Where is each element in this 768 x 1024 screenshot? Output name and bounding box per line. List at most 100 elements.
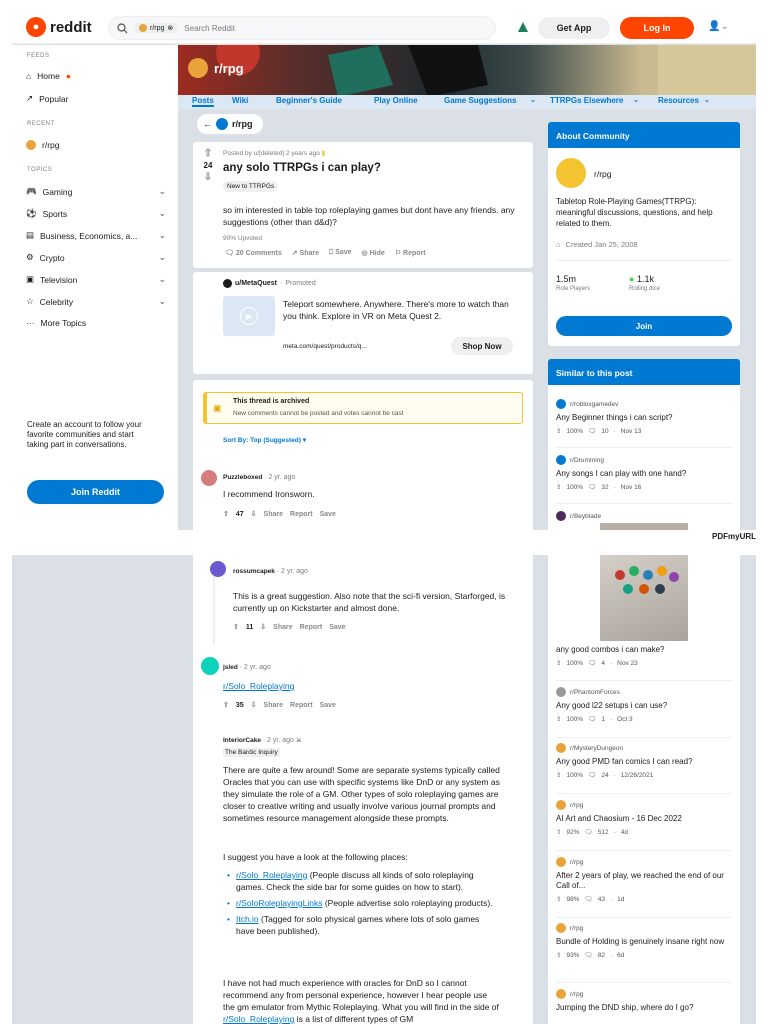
- post-flair[interactable]: New to TTRPGs: [223, 181, 279, 192]
- sidebar-item-television[interactable]: ▣ Television ⌄: [26, 274, 166, 285]
- join-community-button[interactable]: Join: [556, 316, 732, 336]
- login-button[interactable]: Log In: [620, 17, 694, 39]
- report-button[interactable]: ⚐ Report: [395, 249, 426, 257]
- sort-dropdown[interactable]: Sort By: Top (Suggested) ▾: [223, 436, 306, 444]
- similar-post-item[interactable]: any good combos i can make? ⇧ 100% 🗨 4 · Nov …: [556, 645, 732, 667]
- similar-post-item[interactable]: r/rpg Jumping the DND ship, where do I g…: [556, 989, 732, 1013]
- chevron-down-icon: ⌄: [158, 274, 166, 284]
- sidebar-item-more-topics[interactable]: ··· More Topics: [26, 318, 166, 328]
- sidebar-item-sports[interactable]: ⚽ Sports ⌄: [26, 208, 166, 219]
- advertise-icon[interactable]: [516, 20, 530, 34]
- post-actions: 🗨 20 Comments ↗ Share ⎕ Save ◎ Hide ⚐ Re…: [225, 249, 426, 257]
- reddit-logo[interactable]: ● reddit: [26, 17, 92, 37]
- upvote-icon[interactable]: ⇧: [233, 623, 239, 631]
- report-button[interactable]: Report: [290, 702, 313, 709]
- tab-ttrpgs-elsewhere[interactable]: TTRPGs Elsewhere: [550, 96, 623, 105]
- comment-meta: InteriorCake · 2 yr. ago ⚔: [223, 737, 302, 744]
- comment-icon: 🗨: [588, 484, 597, 491]
- avatar[interactable]: [201, 470, 217, 486]
- subreddit-header[interactable]: r/rpg: [188, 58, 244, 78]
- tab-posts[interactable]: Posts: [192, 96, 214, 107]
- upvote-icon[interactable]: ⇧: [199, 148, 217, 159]
- close-icon[interactable]: ⊗: [167, 24, 173, 32]
- upvote-icon[interactable]: ⇧: [223, 510, 229, 518]
- join-reddit-button[interactable]: Join Reddit: [27, 480, 164, 504]
- report-button[interactable]: Report: [300, 624, 323, 631]
- comment-meta: jsled · 2 yr. ago: [223, 664, 271, 671]
- tab-play-online[interactable]: Play Online: [374, 96, 418, 105]
- get-app-button[interactable]: Get App: [538, 17, 610, 39]
- promo-meta: u/MetaQuest · Promoted: [223, 279, 316, 288]
- community-name[interactable]: r/rpg: [594, 169, 611, 179]
- downvote-icon[interactable]: ⇩: [260, 623, 266, 631]
- search-chip[interactable]: r/rpg ⊗: [134, 23, 179, 33]
- subreddit-link[interactable]: r/Solo_Roleplaying: [223, 681, 294, 691]
- post-body: so im interested in table top roleplayin…: [223, 205, 515, 227]
- report-button[interactable]: Report: [290, 511, 313, 518]
- top-screenshot: ● reddit r/rpg ⊗ Search Reddit Get App Lo…: [12, 12, 756, 530]
- sidebar-item-gaming[interactable]: 🎮 Gaming ⌄: [26, 186, 166, 197]
- divider: [556, 793, 732, 794]
- shop-now-button[interactable]: Shop Now: [451, 337, 513, 355]
- tab-beginners-guide[interactable]: Beginner's Guide: [276, 96, 342, 105]
- share-button[interactable]: Share: [273, 624, 292, 631]
- similar-posts-card: Similar to this post r/robloxgamedev Any…: [548, 359, 740, 530]
- save-button[interactable]: Save: [320, 511, 336, 518]
- tab-resources[interactable]: Resources: [658, 96, 699, 105]
- sidebar-item-celebrity[interactable]: ☆ Celebrity ⌄: [26, 296, 166, 307]
- recent-label: RECENT: [27, 121, 55, 127]
- similar-post-item[interactable]: r/rpg AI Art and Chaosium - 16 Dec 2022 …: [556, 800, 732, 836]
- subreddit-icon: [556, 455, 566, 465]
- search-placeholder: Search Reddit: [184, 23, 235, 33]
- downvote-icon[interactable]: ⇩: [251, 701, 257, 709]
- list-item: • r/SoloRoleplayingLinks (People advertis…: [227, 898, 493, 908]
- upvote-ratio: 90% Upvoted: [223, 235, 263, 242]
- sidebar-item-rpg[interactable]: r/rpg: [26, 140, 166, 150]
- post-title[interactable]: any solo TTRPGs i can play?: [223, 162, 381, 174]
- upvote-icon[interactable]: ⇧: [223, 701, 229, 709]
- promo-video-thumbnail[interactable]: ▶: [223, 296, 275, 336]
- signup-prompt: Create an account to follow your favorit…: [27, 420, 142, 449]
- similar-post-item[interactable]: r/rpg Bundle of Holding is genuinely ins…: [556, 923, 732, 959]
- similar-post-item[interactable]: r/robloxgamedev Any Beginner things i ca…: [556, 399, 732, 435]
- archive-icon: ▣: [213, 403, 222, 413]
- user-menu-icon[interactable]: 👤⌄: [708, 21, 729, 32]
- about-community-card: About Community r/rpg Tabletop Role-Play…: [548, 122, 740, 346]
- post-thumbnail[interactable]: [600, 555, 688, 641]
- sidebar-item-popular[interactable]: ↗ Popular: [26, 93, 166, 104]
- award-icon: ▮: [321, 150, 326, 157]
- subreddit-icon: [216, 118, 228, 130]
- save-button[interactable]: Save: [320, 702, 336, 709]
- avatar[interactable]: [210, 561, 226, 577]
- share-button[interactable]: ↗ Share: [292, 249, 319, 257]
- similar-post-item[interactable]: r/Beyblade: [556, 511, 732, 521]
- search-bar[interactable]: r/rpg ⊗ Search Reddit: [108, 16, 496, 40]
- similar-post-item[interactable]: r/rpg After 2 years of play, we reached …: [556, 857, 732, 903]
- similar-post-item[interactable]: r/MysteryDungeon Any good PMD fan comics…: [556, 743, 732, 779]
- chevron-down-icon: ⌄: [158, 296, 166, 306]
- upvote-icon: ⇧: [556, 772, 562, 779]
- sidebar-item-business[interactable]: ▤ Business, Economics, a... ⌄: [26, 230, 166, 241]
- share-button[interactable]: Share: [264, 511, 283, 518]
- comments-button[interactable]: 🗨 20 Comments: [225, 249, 282, 257]
- sidebar-item-home[interactable]: ⌂ Home ●: [26, 71, 166, 81]
- tab-wiki[interactable]: Wiki: [232, 96, 248, 105]
- comment-text: This is a great suggestion. Also note th…: [233, 591, 506, 613]
- avatar[interactable]: [201, 657, 219, 675]
- tab-game-suggestions[interactable]: Game Suggestions: [444, 96, 516, 105]
- hide-button[interactable]: ◎ Hide: [362, 249, 385, 257]
- promo-url[interactable]: meta.com/quest/products/q...: [283, 343, 367, 350]
- thread-line[interactable]: [213, 565, 215, 645]
- similar-post-item[interactable]: r/PhantomForces Any good l22 setups i ca…: [556, 687, 732, 723]
- comment-actions: ⇧ 35 ⇩ Share Report Save: [223, 701, 336, 710]
- save-button[interactable]: Save: [329, 624, 345, 631]
- chevron-down-icon: ⌄: [158, 252, 166, 262]
- similar-post-item[interactable]: r/Drumming Any songs I can play with one…: [556, 455, 732, 491]
- back-to-subreddit[interactable]: ← r/rpg: [197, 114, 263, 134]
- beyblade-image: [615, 566, 679, 594]
- share-button[interactable]: Share: [264, 702, 283, 709]
- sidebar-item-crypto[interactable]: ⚙ Crypto ⌄: [26, 252, 166, 263]
- downvote-icon[interactable]: ⇩: [199, 172, 217, 183]
- downvote-icon[interactable]: ⇩: [251, 510, 257, 518]
- save-button[interactable]: ⎕ Save: [329, 249, 352, 257]
